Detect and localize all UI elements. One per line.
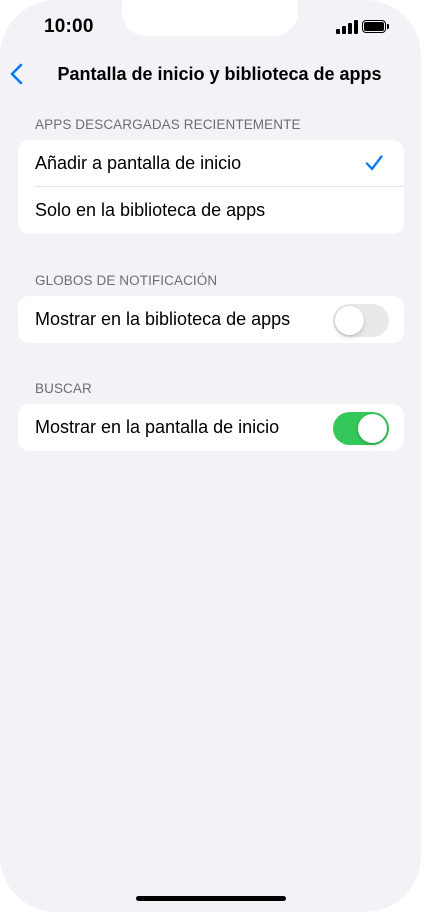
page-title-text: Pantalla de inicio y biblioteca de apps — [57, 64, 382, 84]
option-label: Añadir a pantalla de inicio — [35, 153, 242, 173]
section-header-search: BUSCAR — [35, 381, 92, 396]
battery-icon — [362, 20, 389, 33]
phone-screen: 10:00 Pantalla de inicio y biblioteca de… — [0, 0, 421, 912]
back-button[interactable] — [6, 60, 30, 88]
chevron-left-icon — [10, 63, 23, 85]
status-time: 10:00 — [44, 16, 94, 37]
checkmark-icon — [365, 155, 383, 171]
group-notification-badges: Mostrar en la biblioteca de apps — [18, 296, 404, 343]
notch — [122, 0, 298, 36]
home-indicator[interactable] — [136, 896, 286, 901]
option-app-library-only[interactable]: Solo en la biblioteca de apps — [18, 187, 404, 234]
toggle-knob — [335, 306, 364, 335]
section-header-notification-badges: GLOBOS DE NOTIFICACIÓN — [35, 273, 218, 288]
row-label: Mostrar en la biblioteca de apps — [35, 309, 291, 329]
option-label: Solo en la biblioteca de apps — [35, 200, 266, 220]
group-recent-apps: Añadir a pantalla de inicio Solo en la b… — [18, 140, 404, 234]
group-search: Mostrar en la pantalla de inicio — [18, 404, 404, 451]
row-show-in-app-library: Mostrar en la biblioteca de apps — [18, 296, 404, 343]
row-label: Mostrar en la pantalla de inicio — [35, 417, 280, 437]
toggle-show-in-app-library[interactable] — [333, 304, 389, 337]
page-title: Pantalla de inicio y biblioteca de apps — [30, 64, 421, 85]
status-bar: 10:00 — [0, 0, 421, 52]
row-show-on-home-screen: Mostrar en la pantalla de inicio — [18, 404, 404, 451]
toggle-show-on-home-screen[interactable] — [333, 412, 389, 445]
toggle-knob — [358, 414, 387, 443]
section-header-recent-apps: APPS DESCARGADAS RECIENTEMENTE — [35, 117, 301, 132]
option-add-to-home-screen[interactable]: Añadir a pantalla de inicio — [18, 140, 404, 187]
signal-icon — [336, 20, 358, 34]
